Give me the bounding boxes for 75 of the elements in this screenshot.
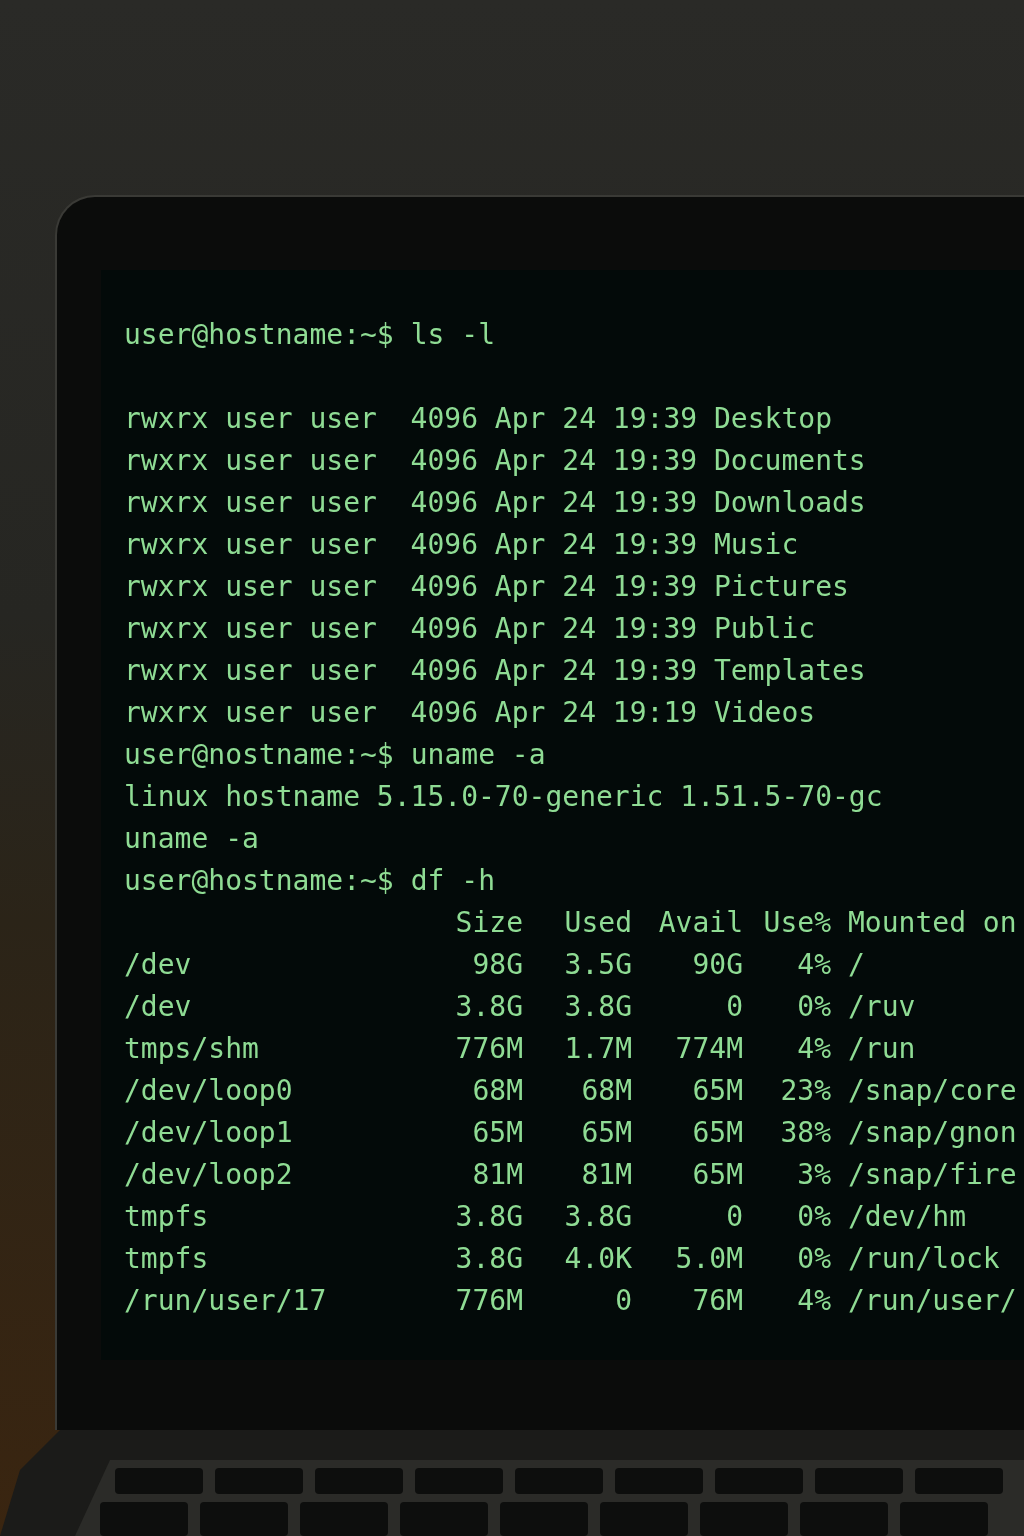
table-cell-text: 0 (614, 1283, 632, 1319)
table-cell-text: tmps/shm (124, 1031, 260, 1067)
table-cell-text: 776M (454, 1031, 523, 1067)
table-cell-text: 3.8G (563, 989, 632, 1025)
table-cell-text: /dev/loop0 (124, 1073, 294, 1109)
table-cell-text: 65M (691, 1157, 743, 1193)
table-cell-text: /snap/fire (847, 1157, 1018, 1193)
shell-prompt: user@hostname:~$ (124, 863, 394, 899)
table-cell-text: /run (847, 1031, 917, 1067)
shell-prompt: user@nostname:~$ (124, 737, 394, 773)
table-cell-text: 81M (580, 1157, 632, 1193)
table-cell-text: /run/lock (847, 1241, 1001, 1277)
table-cell-text: /run/user/17 (124, 1283, 328, 1319)
table-cell-text: /dev/hm (847, 1199, 967, 1235)
table-cell-text: 38% (779, 1115, 831, 1151)
table-cell-text: 0 (725, 989, 743, 1025)
table-cell-text: 76M (691, 1283, 743, 1319)
table-cell-text: 774M (674, 1031, 743, 1067)
table-cell-text: 3.8G (454, 989, 523, 1025)
table-cell-text: 0% (796, 989, 831, 1025)
table-cell-text: 4% (796, 1031, 831, 1067)
output-line: rwxrx user user 4096 Apr 24 19:39 Public (124, 612, 816, 645)
output-line: rwxrx user user 4096 Apr 24 19:39 Templates (124, 654, 866, 687)
table-cell-text: 0% (796, 1241, 831, 1277)
command-text: df -h (410, 863, 495, 899)
table-cell-text: /snap/gnon (847, 1115, 1018, 1151)
table-cell-text: 68M (580, 1073, 632, 1109)
output-line: rwxrx user user 4096 Apr 24 19:39 Desktop (124, 402, 832, 435)
output-line: rwxrx user user 4096 Apr 24 19:39 Pictures (124, 570, 849, 603)
table-cell-text: 90G (691, 947, 743, 983)
table-cell-text: /dev (124, 989, 193, 1025)
table-cell-text: /dev/loop2 (124, 1157, 294, 1193)
column-header: Use% (762, 905, 831, 941)
table-cell-text: 65M (691, 1073, 743, 1109)
output-line: linux hostname 5.15.0-70-generic 1.51.5-70-gc (124, 780, 883, 813)
table-cell-text: 776M (454, 1283, 523, 1319)
table-cell-text: 5.0M (674, 1241, 743, 1277)
table-cell-text: /dev/loop1 (124, 1115, 294, 1151)
output-line: rwxrx user user 4096 Apr 24 19:39 Downloads (124, 486, 866, 519)
output-line: rwxrx user user 4096 Apr 24 19:39 Music (124, 528, 799, 561)
table-cell-text: 23% (779, 1073, 831, 1109)
column-header: Size (454, 905, 523, 941)
table-cell-text: tmpfs (124, 1199, 210, 1235)
table-cell-text: 3.8G (454, 1199, 523, 1235)
table-cell-text: 4% (796, 947, 831, 983)
table-cell-text: 4.0K (563, 1241, 632, 1277)
table-cell-text: /dev (124, 947, 193, 983)
column-header: Mounted on (847, 905, 1018, 941)
table-cell-text: 4% (796, 1283, 831, 1319)
column-header: Used (563, 905, 632, 941)
table-cell-text: tmpfs (124, 1241, 210, 1277)
command-text: ls -l (410, 317, 495, 353)
table-cell-text: 65M (471, 1115, 523, 1151)
output-line: uname -a (124, 822, 259, 855)
column-header: Avail (657, 905, 743, 941)
table-cell-text: 1.7M (563, 1031, 632, 1067)
output-line: rwxrx user user 4096 Apr 24 19:39 Documents (124, 444, 866, 477)
table-cell-text: /snap/core (847, 1073, 1018, 1109)
table-cell-text: 65M (691, 1115, 743, 1151)
table-cell-text: 81M (471, 1157, 523, 1193)
table-cell-text: 0 (725, 1199, 743, 1235)
table-cell-text: 0% (796, 1199, 831, 1235)
table-cell-text: 3% (796, 1157, 831, 1193)
table-cell-text: 3.8G (563, 1199, 632, 1235)
command-text: uname -a (410, 737, 546, 773)
table-cell-text: /ruv (847, 989, 917, 1025)
output-line: rwxrx user user 4096 Apr 24 19:19 Videos (124, 696, 816, 729)
shell-prompt: user@hostname:~$ (124, 317, 394, 353)
table-cell-text: /run/user/ (847, 1283, 1018, 1319)
table-cell-text: 65M (580, 1115, 632, 1151)
table-cell-text: 68M (471, 1073, 523, 1109)
table-cell-text: 98G (471, 947, 523, 983)
table-cell-text: 3.8G (454, 1241, 523, 1277)
table-cell-text: / (847, 947, 866, 983)
table-cell-text: 3.5G (563, 947, 632, 983)
